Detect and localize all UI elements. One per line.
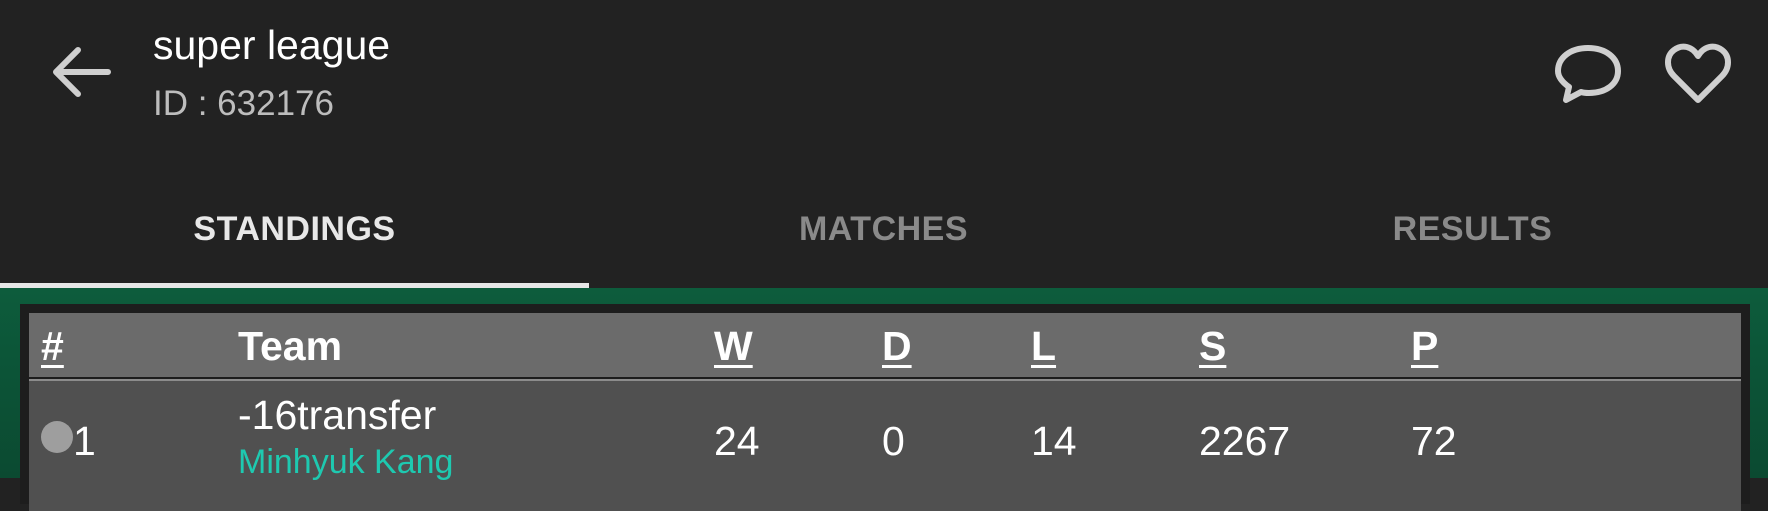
league-id: ID : 632176 [153, 84, 334, 123]
table-row[interactable]: 1 -16transfer Minhyuk Kang 24 0 14 2267 … [29, 379, 1741, 511]
chat-button[interactable] [1548, 36, 1628, 112]
column-header-draws[interactable]: D [882, 323, 912, 370]
team-name: -16transfer [238, 392, 437, 438]
status-dot [41, 421, 73, 453]
losses-cell: 14 [1031, 418, 1077, 464]
wins-cell: 24 [714, 418, 760, 464]
column-header-rank[interactable]: # [41, 323, 64, 370]
table-header: # Team W D L S P [29, 313, 1741, 377]
arrow-left-icon [53, 47, 111, 97]
favorite-button[interactable] [1658, 36, 1738, 112]
score-cell: 2267 [1199, 418, 1291, 464]
app-header: super league ID : 632176 [0, 0, 1768, 150]
back-button[interactable] [44, 38, 118, 108]
standings-panel: # Team W D L S P 1 -16transfer Minhyuk K… [0, 288, 1768, 511]
heart-outline-icon [1665, 43, 1731, 103]
column-header-losses[interactable]: L [1031, 323, 1056, 370]
tab-standings[interactable]: STANDINGS [0, 170, 589, 288]
column-header-wins[interactable]: W [714, 323, 753, 370]
column-header-team: Team [238, 323, 343, 369]
column-header-score[interactable]: S [1199, 323, 1226, 370]
league-title: super league [153, 22, 391, 68]
standings-table: # Team W D L S P 1 -16transfer Minhyuk K… [20, 304, 1750, 511]
column-header-points[interactable]: P [1411, 323, 1438, 370]
draws-cell: 0 [882, 418, 905, 464]
tab-bar: STANDINGS MATCHES RESULTS [0, 170, 1768, 288]
points-cell: 72 [1411, 418, 1457, 464]
team-owner: Minhyuk Kang [238, 443, 454, 481]
tab-matches[interactable]: MATCHES [589, 170, 1178, 288]
chat-bubble-icon [1555, 45, 1621, 103]
tab-results[interactable]: RESULTS [1178, 170, 1767, 288]
rank-cell: 1 [73, 418, 96, 464]
